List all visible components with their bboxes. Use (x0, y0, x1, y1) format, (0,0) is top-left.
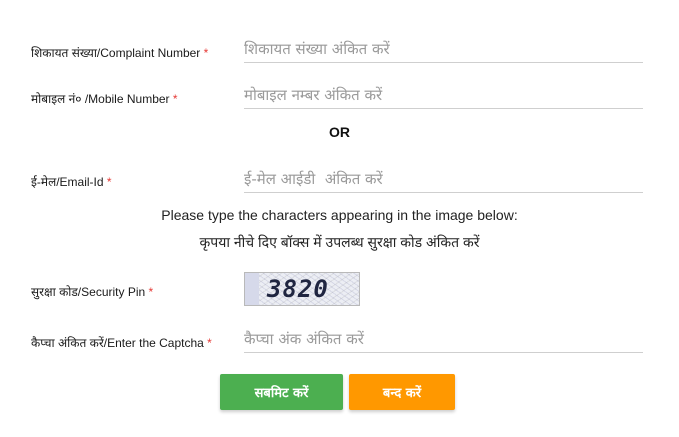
required-mark: * (203, 46, 209, 60)
required-mark: * (148, 285, 154, 299)
captcha-label: कैप्चा अंकित करें/Enter the Captcha * (31, 334, 212, 351)
complaint-number-input[interactable] (244, 36, 643, 62)
required-mark: * (172, 92, 178, 106)
or-separator: OR (329, 124, 350, 140)
required-mark: * (207, 336, 212, 350)
captcha-field-wrap (244, 326, 643, 353)
mobile-number-field-wrap (244, 82, 643, 109)
captcha-label-text: कैप्चा अंकित करें/Enter the Captcha (31, 336, 204, 350)
security-pin-label-text: सुरक्षा कोड/Security Pin (31, 285, 146, 299)
security-pin-label: सुरक्षा कोड/Security Pin * (31, 283, 153, 300)
email-label-text: ई-मेल/Email-Id (31, 175, 104, 189)
captcha-image-edge (245, 273, 259, 305)
captcha-code-text: 3820 (267, 275, 329, 303)
email-input[interactable] (244, 166, 643, 192)
required-mark: * (106, 175, 112, 189)
captcha-instruction-english: Please type the characters appearing in … (161, 207, 518, 223)
complaint-number-label-text: शिकायत संख्या/Complaint Number (31, 46, 201, 60)
captcha-input[interactable] (244, 326, 643, 352)
captcha-instruction-hindi: कृपया नीचे दिए बॉक्स में उपलब्ध सुरक्षा … (199, 234, 480, 250)
submit-button[interactable]: सबमिट करें (220, 374, 343, 410)
email-field-wrap (244, 166, 643, 193)
mobile-number-label-text: मोबाइल नं० /Mobile Number (31, 92, 170, 106)
mobile-number-label: मोबाइल नं० /Mobile Number * (31, 90, 178, 107)
complaint-number-label: शिकायत संख्या/Complaint Number * (31, 44, 208, 61)
close-button[interactable]: बन्द करें (349, 374, 455, 410)
complaint-number-field-wrap (244, 36, 643, 63)
captcha-image: 3820 (244, 272, 360, 306)
email-label: ई-मेल/Email-Id * (31, 173, 112, 190)
mobile-number-input[interactable] (244, 82, 643, 108)
